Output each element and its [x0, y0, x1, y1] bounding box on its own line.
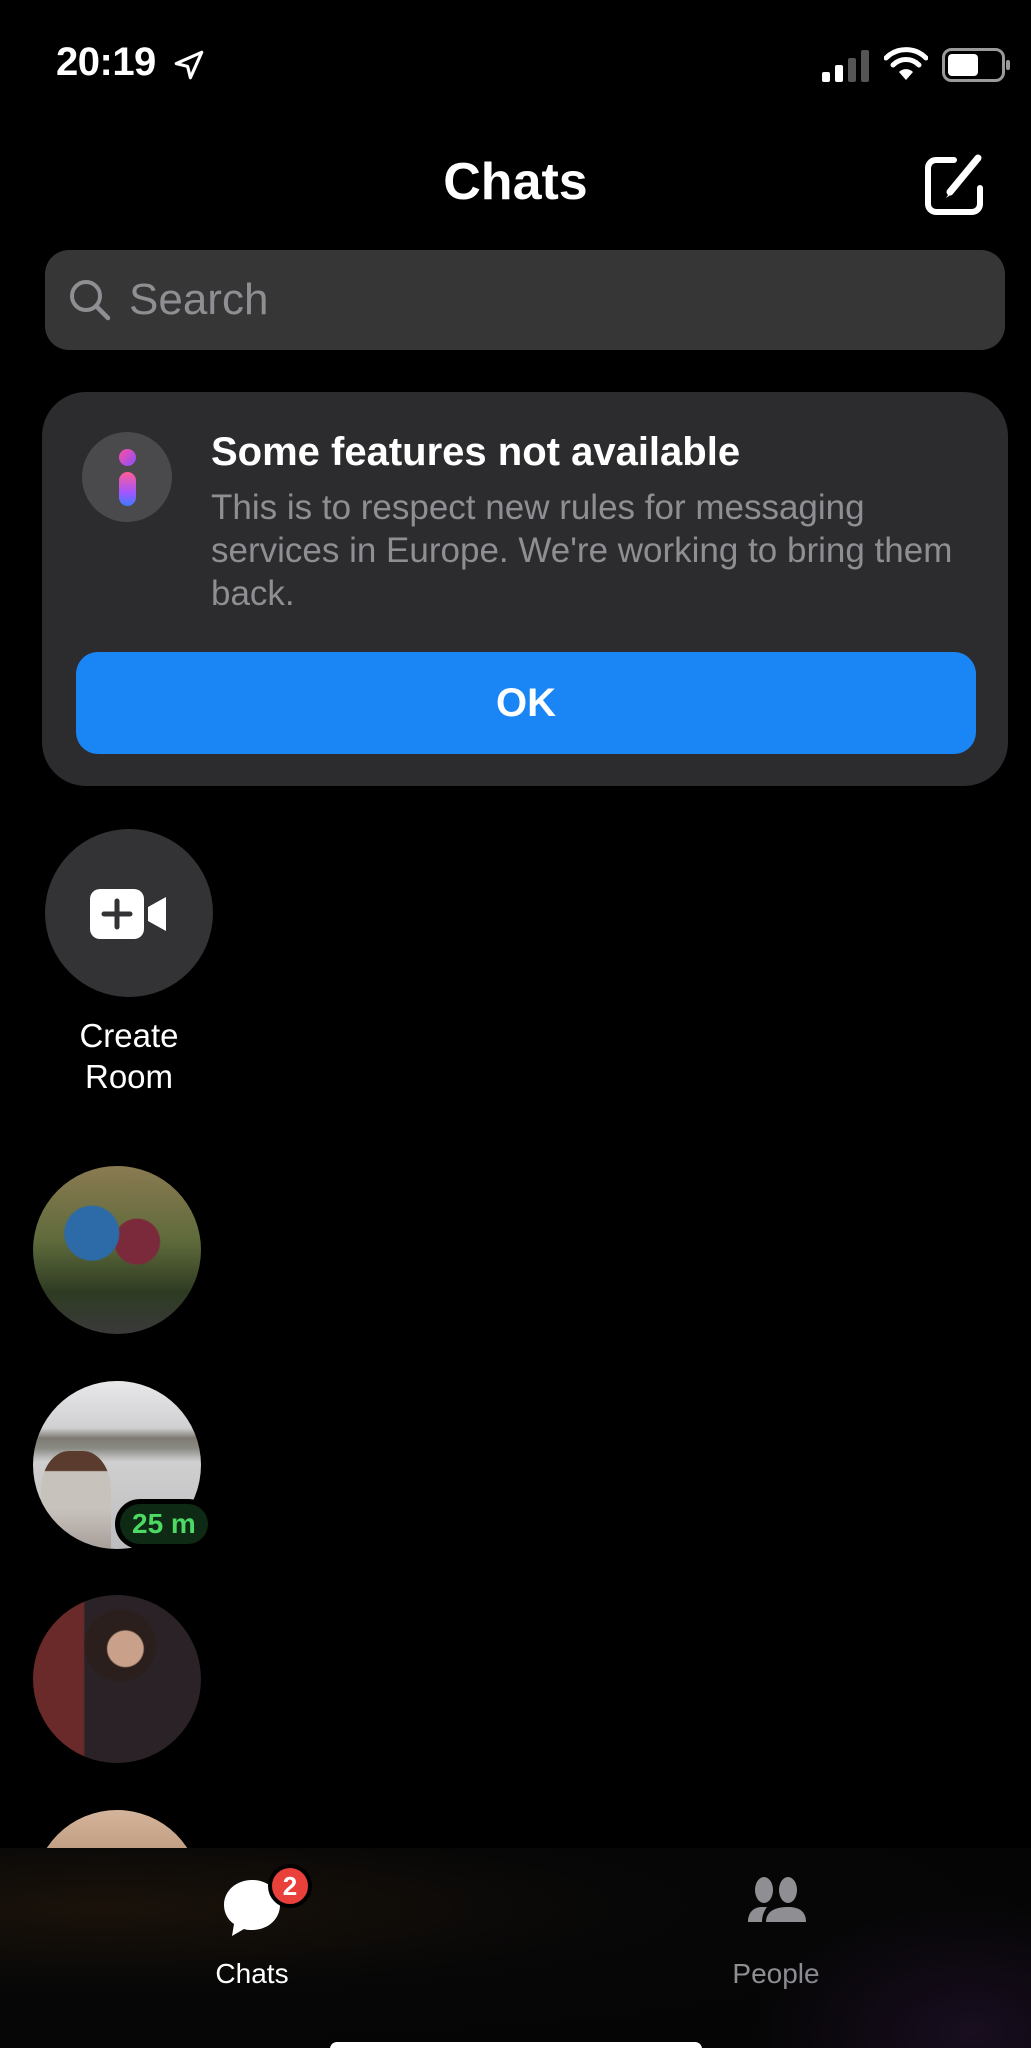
active-time-badge: 25 m [115, 1499, 213, 1549]
status-time: 20:19 [56, 40, 156, 84]
create-room-label: Create Room [79, 1017, 179, 1095]
tab-people[interactable]: People [676, 1864, 876, 1989]
chat-row[interactable]: 25 m [33, 1381, 993, 1551]
compose-button[interactable] [922, 152, 988, 218]
chat-row[interactable] [33, 1166, 993, 1336]
cellular-signal-icon [822, 50, 869, 82]
unread-badge: 2 [268, 1864, 312, 1908]
messenger-chats-screen: 20:19 Chats Search Some features not ava… [0, 0, 1031, 2048]
info-icon [82, 432, 172, 522]
location-arrow-icon [174, 50, 204, 80]
create-room-circle [45, 829, 213, 997]
compose-icon [925, 154, 983, 215]
search-bar[interactable] [45, 250, 1005, 350]
search-input[interactable] [129, 275, 929, 325]
search-icon [70, 280, 111, 321]
tab-label: Chats [215, 1958, 289, 1989]
chat-row[interactable] [33, 1595, 993, 1765]
home-indicator[interactable] [330, 2042, 702, 2048]
wifi-icon [884, 47, 928, 80]
avatar [33, 1166, 201, 1334]
video-plus-icon [90, 889, 166, 939]
ok-button[interactable]: OK [76, 652, 976, 754]
people-icon [748, 1877, 806, 1922]
tab-label: People [732, 1958, 820, 1989]
battery-icon [942, 48, 1010, 82]
notice-card: Some features not available This is to r… [42, 392, 1008, 786]
tab-chats[interactable]: 2 Chats [152, 1864, 352, 1989]
create-room-button[interactable]: Create Room [45, 829, 215, 1097]
notice-title: Some features not available [211, 430, 741, 474]
info-icon-bar [119, 472, 136, 506]
avatar [33, 1595, 201, 1763]
info-icon-dot [119, 449, 136, 466]
notice-body: This is to respect new rules for messagi… [211, 488, 953, 613]
tab-bar: 2 Chats People [0, 1848, 1031, 2048]
status-bar: 20:19 [0, 0, 1031, 120]
page-title: Chats [443, 153, 588, 211]
